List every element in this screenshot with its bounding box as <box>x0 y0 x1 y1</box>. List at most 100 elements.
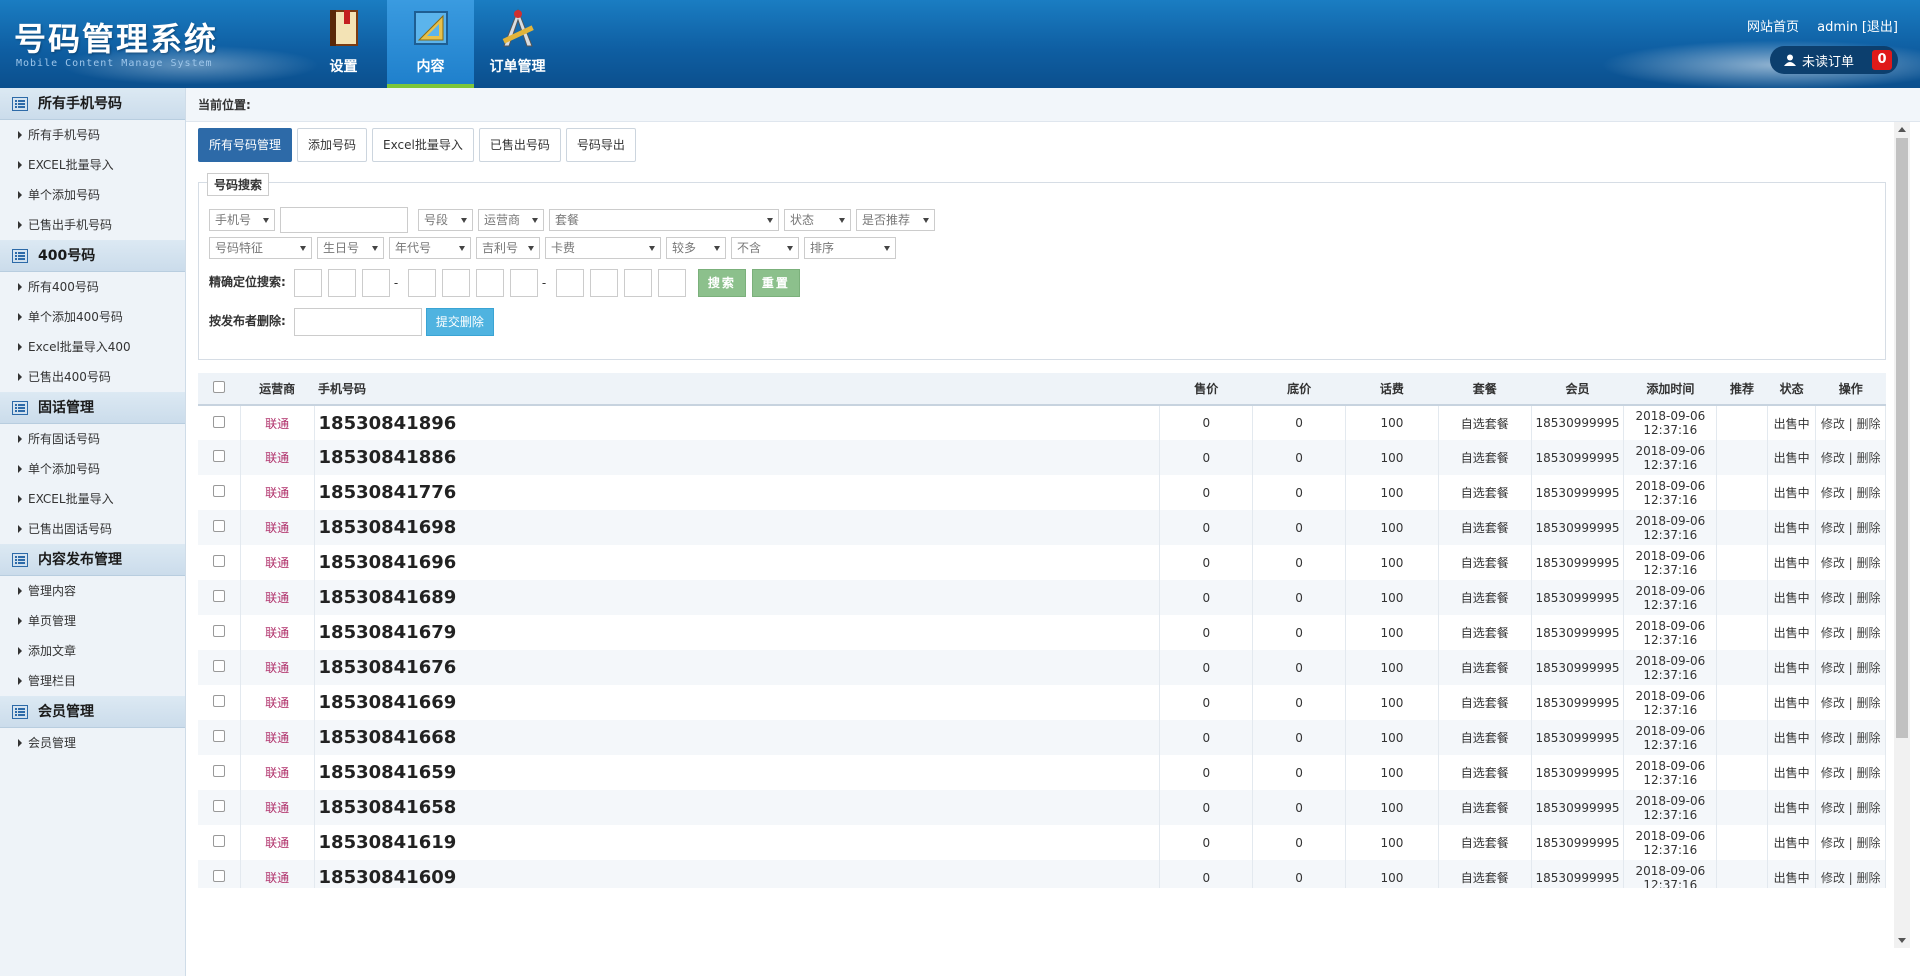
sidebar-group-title[interactable]: 所有手机号码 <box>0 88 185 120</box>
sidebar-item[interactable]: 单个添加400号码 <box>0 302 185 332</box>
sidebar-item[interactable]: 管理栏目 <box>0 666 185 696</box>
digit-input[interactable] <box>623 269 652 297</box>
digit-input[interactable] <box>293 269 322 297</box>
digit-input[interactable] <box>657 269 686 297</box>
row-checkbox[interactable] <box>198 860 241 888</box>
row-checkbox[interactable] <box>198 755 241 790</box>
row-checkbox[interactable] <box>198 650 241 685</box>
package-select[interactable]: 套餐 <box>549 209 779 231</box>
sort-select[interactable]: 排序 <box>804 237 896 259</box>
birthday-select[interactable]: 生日号 <box>317 237 384 259</box>
actions-cell[interactable]: 修改 | 删除 <box>1815 405 1886 440</box>
row-checkbox[interactable] <box>198 405 241 440</box>
row-checkbox[interactable] <box>198 685 241 720</box>
digit-input[interactable] <box>509 269 538 297</box>
sidebar-item[interactable]: 单个添加号码 <box>0 180 185 210</box>
select-all-checkbox[interactable] <box>198 373 241 406</box>
nav-orders[interactable]: 订单管理 <box>474 0 561 88</box>
sidebar-item-label: 所有固话号码 <box>28 432 101 446</box>
scrollbar-thumb[interactable] <box>1896 138 1908 738</box>
row-checkbox[interactable] <box>198 825 241 860</box>
price-cell: 0 <box>1159 825 1254 860</box>
digit-input[interactable] <box>555 269 584 297</box>
sidebar-item[interactable]: 所有400号码 <box>0 272 185 302</box>
actions-cell[interactable]: 修改 | 删除 <box>1815 720 1886 755</box>
carrier-select[interactable]: 运营商 <box>478 209 544 231</box>
sidebar-item[interactable]: 已售出固话号码 <box>0 514 185 544</box>
row-checkbox[interactable] <box>198 720 241 755</box>
tab-sold-numbers[interactable]: 已售出号码 <box>478 128 561 162</box>
actions-cell[interactable]: 修改 | 删除 <box>1815 860 1886 888</box>
year-select[interactable]: 年代号 <box>389 237 471 259</box>
search-button[interactable]: 搜索 <box>697 269 746 297</box>
actions-cell[interactable]: 修改 | 删除 <box>1815 790 1886 825</box>
actions-cell[interactable]: 修改 | 删除 <box>1815 440 1886 475</box>
row-checkbox[interactable] <box>198 440 241 475</box>
sidebar-item[interactable]: 添加文章 <box>0 636 185 666</box>
vertical-scrollbar[interactable] <box>1894 122 1910 948</box>
actions-cell[interactable]: 修改 | 删除 <box>1815 615 1886 650</box>
sidebar-item[interactable]: 管理内容 <box>0 576 185 606</box>
digit-input[interactable] <box>589 269 618 297</box>
tab-add-number[interactable]: 添加号码 <box>297 128 368 162</box>
sidebar-group-title[interactable]: 400号码 <box>0 240 185 272</box>
row-checkbox[interactable] <box>198 580 241 615</box>
sidebar-item[interactable]: 单个添加号码 <box>0 454 185 484</box>
feature-select[interactable]: 号码特征 <box>209 237 312 259</box>
reset-button[interactable]: 重置 <box>751 269 800 297</box>
tab-export[interactable]: 号码导出 <box>565 128 636 162</box>
actions-cell[interactable]: 修改 | 删除 <box>1815 580 1886 615</box>
sidebar-item[interactable]: EXCEL批量导入 <box>0 150 185 180</box>
group-title-text: 内容发布管理 <box>38 551 122 568</box>
sidebar-group-title[interactable]: 固话管理 <box>0 392 185 424</box>
digit-input[interactable] <box>407 269 436 297</box>
digit-input[interactable] <box>327 269 356 297</box>
card-fee-select[interactable]: 卡费 <box>545 237 661 259</box>
actions-cell[interactable]: 修改 | 删除 <box>1815 510 1886 545</box>
sidebar-item[interactable]: 会员管理 <box>0 728 185 758</box>
sidebar-item[interactable]: Excel批量导入400 <box>0 332 185 362</box>
credit-cell: 100 <box>1345 615 1439 650</box>
sidebar-item[interactable]: 已售出手机号码 <box>0 210 185 240</box>
sidebar-group-title[interactable]: 会员管理 <box>0 696 185 728</box>
tab-all-numbers[interactable]: 所有号码管理 <box>198 128 293 162</box>
sidebar-group-title[interactable]: 内容发布管理 <box>0 544 185 576</box>
home-link[interactable]: 网站首页 <box>1747 20 1799 35</box>
digit-input[interactable] <box>361 269 390 297</box>
row-checkbox[interactable] <box>198 615 241 650</box>
row-checkbox[interactable] <box>198 790 241 825</box>
publisher-input[interactable] <box>293 308 422 336</box>
actions-cell[interactable]: 修改 | 删除 <box>1815 685 1886 720</box>
lucky-select[interactable]: 吉利号 <box>476 237 540 259</box>
status-select[interactable]: 状态 <box>784 209 851 231</box>
scroll-up-icon[interactable] <box>1898 127 1906 132</box>
actions-cell[interactable]: 修改 | 删除 <box>1815 545 1886 580</box>
exclude-select[interactable]: 不含 <box>731 237 799 259</box>
scroll-down-icon[interactable] <box>1898 938 1906 943</box>
digit-input[interactable] <box>441 269 470 297</box>
sidebar-item[interactable]: 所有手机号码 <box>0 120 185 150</box>
unread-orders-button[interactable]: 未读订单 0 <box>1770 46 1898 74</box>
sidebar-item[interactable]: 单页管理 <box>0 606 185 636</box>
row-checkbox[interactable] <box>198 475 241 510</box>
nav-settings[interactable]: 设置 <box>300 0 387 88</box>
actions-cell[interactable]: 修改 | 删除 <box>1815 475 1886 510</box>
phone-type-select[interactable]: 手机号 <box>209 209 275 231</box>
sidebar-item[interactable]: 已售出400号码 <box>0 362 185 392</box>
submit-delete-button[interactable]: 提交删除 <box>425 308 494 336</box>
phone-input[interactable] <box>280 207 408 233</box>
recommend-select[interactable]: 是否推荐 <box>856 209 935 231</box>
actions-cell[interactable]: 修改 | 删除 <box>1815 650 1886 685</box>
logout-link[interactable]: [退出] <box>1862 20 1898 35</box>
tab-excel-import[interactable]: Excel批量导入 <box>372 128 474 162</box>
segment-select[interactable]: 号段 <box>418 209 473 231</box>
sidebar-item[interactable]: 所有固话号码 <box>0 424 185 454</box>
nav-content[interactable]: 内容 <box>387 0 474 88</box>
actions-cell[interactable]: 修改 | 删除 <box>1815 755 1886 790</box>
actions-cell[interactable]: 修改 | 删除 <box>1815 825 1886 860</box>
row-checkbox[interactable] <box>198 545 241 580</box>
sidebar-item[interactable]: EXCEL批量导入 <box>0 484 185 514</box>
row-checkbox[interactable] <box>198 510 241 545</box>
more-select[interactable]: 较多 <box>666 237 726 259</box>
digit-input[interactable] <box>475 269 504 297</box>
